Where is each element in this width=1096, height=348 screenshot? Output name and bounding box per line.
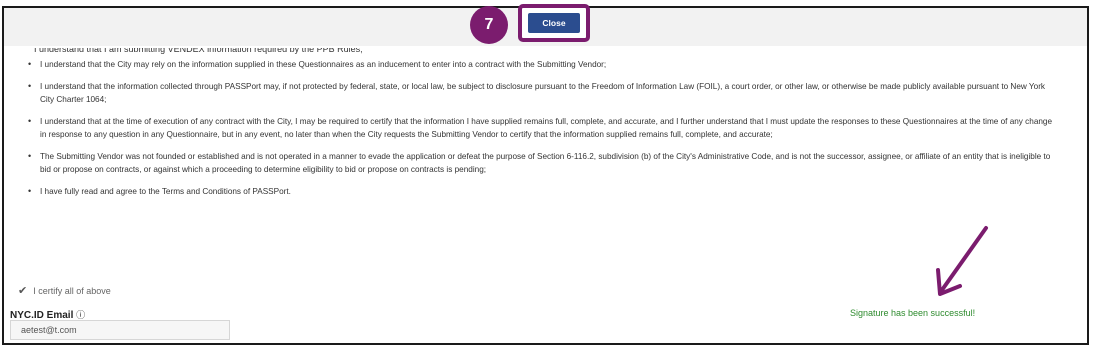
signature-panel: I understand that I am submitting VENDEX… <box>2 6 1089 345</box>
step-badge: 7 <box>470 6 508 44</box>
success-message: Signature has been successful! <box>850 308 976 318</box>
email-field[interactable] <box>10 320 230 340</box>
close-button[interactable]: Close <box>528 13 580 33</box>
certify-checkbox-row[interactable]: ✔ I certify all of above <box>18 284 111 297</box>
info-icon[interactable]: ⓘ <box>76 310 85 320</box>
certify-label: I certify all of above <box>33 285 111 296</box>
arrow-icon <box>936 226 988 296</box>
term-item: I understand that at the time of executi… <box>28 115 1058 142</box>
terms-list: I understand that the City may rely on t… <box>28 58 1058 206</box>
term-item: I understand that the City may rely on t… <box>28 58 1058 72</box>
term-item: I have fully read and agree to the Terms… <box>28 185 1058 199</box>
close-button-highlight: Close <box>518 4 590 42</box>
checkmark-icon: ✔ <box>18 285 28 297</box>
term-item: The Submitting Vendor was not founded or… <box>28 150 1058 177</box>
term-item: I understand that the information collec… <box>28 80 1058 107</box>
